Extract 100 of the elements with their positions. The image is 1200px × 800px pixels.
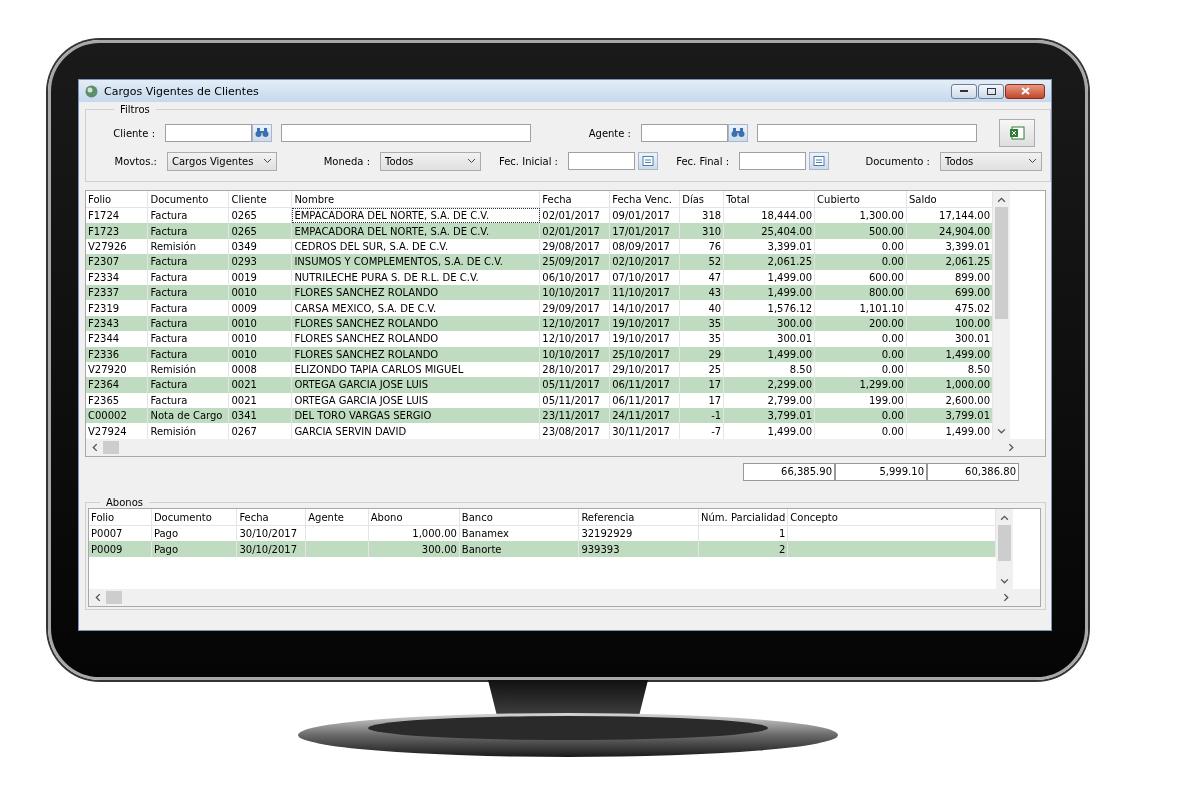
table-cell: 0.00: [814, 346, 907, 362]
table-cell: 300.01: [906, 331, 993, 347]
column-header[interactable]: Nombre: [291, 191, 540, 208]
table-cell: 0.00: [814, 408, 907, 424]
table-cell: Remisión: [147, 423, 229, 439]
table-cell: 0267: [228, 423, 292, 439]
table-cell: 0010: [228, 346, 292, 362]
table-cell: 30/11/2017: [609, 423, 680, 439]
table-cell: F2344: [86, 331, 148, 347]
table-cell: F1723: [86, 223, 148, 239]
column-header[interactable]: Núm. Parcialidad: [698, 509, 788, 526]
column-header[interactable]: Documento: [147, 191, 229, 208]
table-cell: 1,499.00: [723, 423, 815, 439]
table-cell: 699.00: [906, 284, 993, 301]
column-header[interactable]: Abono: [368, 509, 460, 526]
table-cell: 1,000.00: [906, 377, 993, 393]
dropdown[interactable]: Todos: [380, 151, 481, 171]
table-cell: P0009: [89, 541, 152, 557]
table-cell: 17: [679, 377, 724, 393]
table-cell: 0019: [228, 269, 292, 285]
table-cell: 23/08/2017: [539, 423, 610, 439]
table-cell: Factura: [147, 346, 229, 362]
column-header[interactable]: Saldo: [906, 191, 993, 208]
field-label: Movtos.:: [113, 155, 158, 167]
table-cell: 40: [679, 300, 724, 316]
field-label: Agente :: [587, 127, 632, 139]
table-cell: 2,061.25: [723, 254, 815, 270]
table-cell: 02/01/2017: [539, 223, 610, 239]
table-cell: F2307: [86, 254, 148, 270]
table-cell: 10/10/2017: [539, 284, 610, 301]
field-label: Fec. Final :: [675, 155, 730, 167]
table-cell: 43: [679, 284, 724, 301]
table-cell: -7: [679, 423, 724, 439]
table-cell: 47: [679, 269, 724, 285]
table-cell: Factura: [147, 254, 229, 270]
column-header[interactable]: Folio: [86, 191, 148, 208]
table-cell: 1,499.00: [906, 346, 993, 362]
column-header[interactable]: Referencia: [578, 509, 699, 526]
column-header[interactable]: Concepto: [787, 509, 996, 526]
table-cell: 12/10/2017: [539, 331, 610, 347]
column-header[interactable]: Total: [723, 191, 815, 208]
column-header[interactable]: Fecha: [236, 509, 306, 526]
total-field: 60,386.80: [927, 463, 1019, 481]
table-cell: CARSA MEXICO, S.A. DE C.V.: [291, 300, 540, 316]
table-cell: Nota de Cargo: [147, 408, 229, 424]
column-header[interactable]: Cubierto: [814, 191, 907, 208]
field-label: Moneda :: [322, 155, 371, 167]
table-cell: FLORES SANCHEZ ROLANDO: [291, 346, 540, 362]
table-cell: Factura: [147, 377, 229, 393]
table-cell: 310: [679, 223, 724, 239]
column-header[interactable]: Agente: [305, 509, 369, 526]
table-cell: F2319: [86, 300, 148, 316]
table-cell: 0010: [228, 331, 292, 347]
table-cell: 02/10/2017: [609, 254, 680, 270]
table-cell: 29: [679, 346, 724, 362]
table-cell: 17/01/2017: [609, 223, 680, 239]
table-cell: 0265: [228, 223, 292, 239]
table-cell: 1,299.00: [814, 377, 907, 393]
dropdown[interactable]: Todos: [940, 151, 1042, 171]
table-cell: 1,499.00: [723, 284, 815, 301]
table-cell: 600.00: [814, 269, 907, 285]
table-cell: 06/10/2017: [539, 269, 610, 285]
table-cell: 05/11/2017: [539, 377, 610, 393]
table-cell: 300.00: [368, 541, 460, 557]
table-cell: F2337: [86, 284, 148, 301]
table-cell: Factura: [147, 300, 229, 316]
group-title: Filtros: [119, 104, 151, 115]
column-header[interactable]: Cliente: [228, 191, 292, 208]
table-cell: 1,499.00: [723, 269, 815, 285]
column-header[interactable]: Banco: [459, 509, 579, 526]
field-label: Documento :: [864, 155, 931, 167]
column-header[interactable]: Fecha: [539, 191, 610, 208]
total-field: 5,999.10: [835, 463, 927, 481]
table-cell: 200.00: [814, 315, 907, 332]
table-cell: 07/10/2017: [609, 269, 680, 285]
column-header[interactable]: Días: [679, 191, 724, 208]
table-cell: 30/10/2017: [236, 541, 306, 557]
table-cell: 25/09/2017: [539, 254, 610, 270]
table-cell: 24/11/2017: [609, 408, 680, 424]
table-cell: Factura: [147, 223, 229, 239]
column-header[interactable]: Documento: [151, 509, 237, 526]
table-cell: 0341: [228, 408, 292, 424]
table-cell: 899.00: [906, 269, 993, 285]
column-header[interactable]: Fecha Venc.: [609, 191, 680, 208]
group-title: Abonos: [105, 497, 144, 508]
table-cell: 0.00: [814, 423, 907, 439]
table-cell: 0010: [228, 284, 292, 301]
table-cell: INSUMOS Y COMPLEMENTOS, S.A. DE C.V.: [291, 254, 540, 270]
table-cell: Factura: [147, 331, 229, 347]
table-cell: -1: [679, 408, 724, 424]
dropdown[interactable]: Cargos Vigentes: [167, 151, 277, 171]
total-field: 66,385.90: [743, 463, 835, 481]
table-cell: 0.00: [814, 254, 907, 270]
field-label: Cliente :: [112, 127, 156, 139]
column-header[interactable]: Folio: [89, 509, 152, 526]
table-cell: FLORES SANCHEZ ROLANDO: [291, 284, 540, 301]
table-cell: C00002: [86, 408, 148, 424]
table-cell: 0293: [228, 254, 292, 270]
table-cell: 3,799.01: [723, 408, 815, 424]
table-cell: 300.00: [723, 315, 815, 332]
